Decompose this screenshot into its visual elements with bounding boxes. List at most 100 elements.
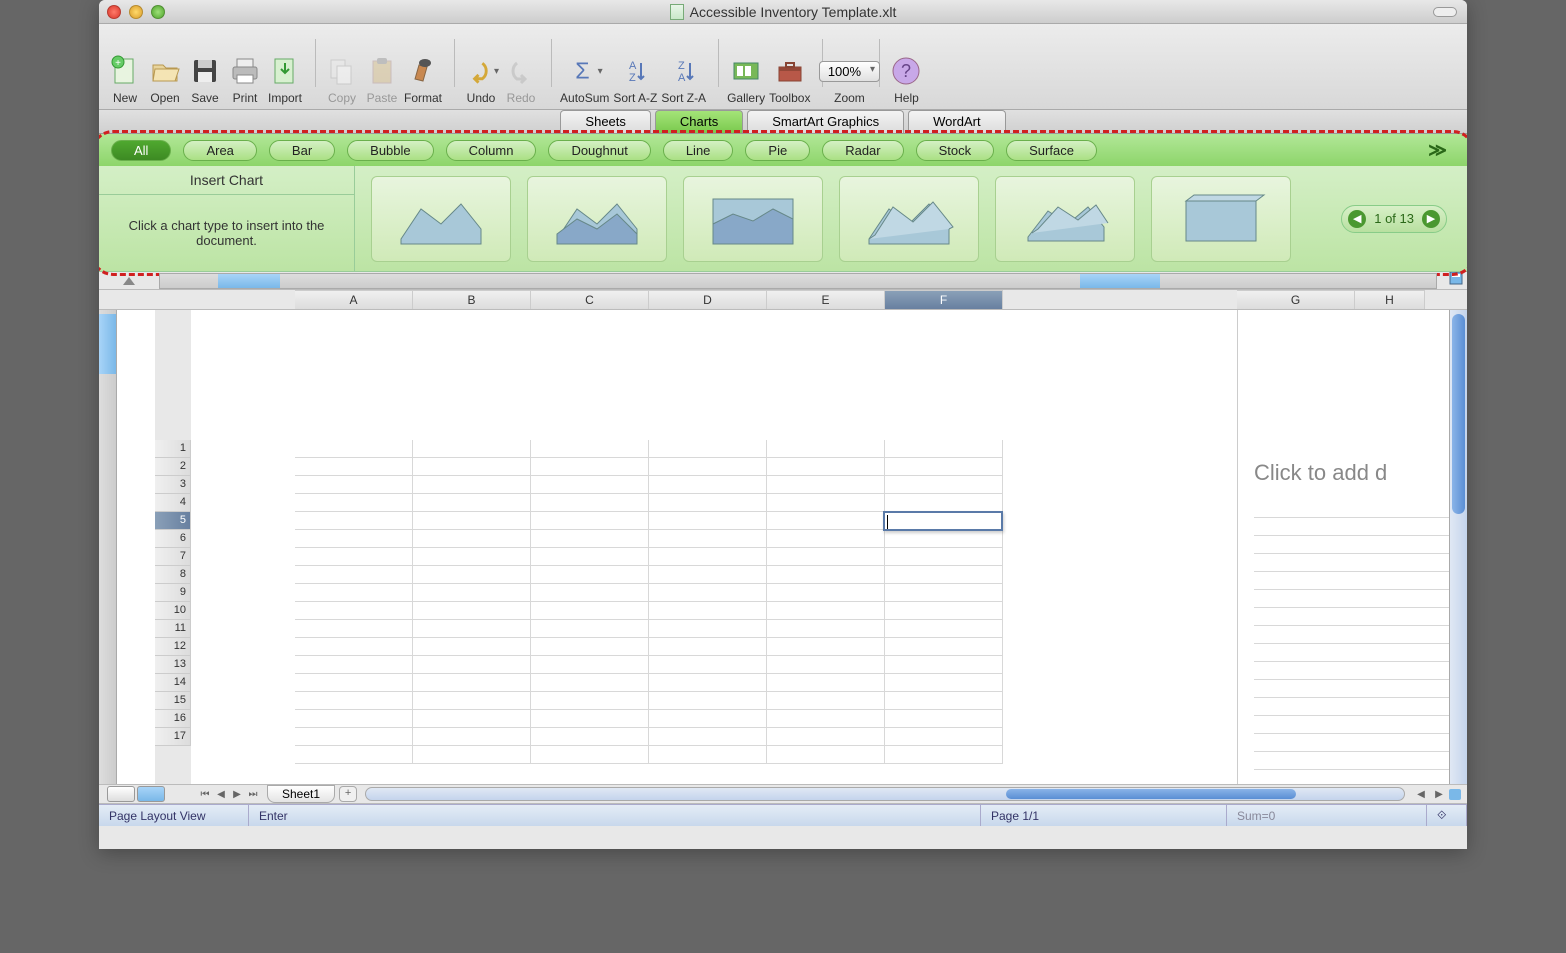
chart-types-more-icon[interactable]: ≫: [1420, 140, 1455, 161]
page-2-preview[interactable]: Click to add d: [1237, 310, 1449, 784]
chart-type-bubble[interactable]: Bubble: [347, 140, 433, 161]
row-header-5[interactable]: 5: [155, 512, 191, 530]
open-button[interactable]: Open: [147, 47, 183, 105]
page-layout-view-button[interactable]: [137, 786, 165, 802]
prev-sheet-icon[interactable]: ◀: [213, 789, 229, 800]
sort-az-button[interactable]: AZSort A-Z: [613, 47, 657, 105]
vertical-ruler[interactable]: [99, 310, 117, 784]
zoom-select[interactable]: 100%Zoom: [831, 39, 867, 105]
svg-text:Σ: Σ: [575, 58, 589, 84]
first-sheet-icon[interactable]: ⏮: [197, 789, 213, 800]
chart-type-surface[interactable]: Surface: [1006, 140, 1097, 161]
svg-text:A: A: [629, 60, 637, 72]
svg-text:Z: Z: [629, 72, 636, 84]
column-header-g[interactable]: G: [1237, 290, 1355, 309]
row-header-11[interactable]: 11: [155, 620, 191, 638]
horizontal-scrollbar[interactable]: [365, 787, 1405, 801]
pager-prev-icon[interactable]: ◀: [1348, 210, 1366, 228]
scroll-right-icon[interactable]: ▶: [1431, 789, 1447, 800]
row-header-8[interactable]: 8: [155, 566, 191, 584]
row-header-6[interactable]: 6: [155, 530, 191, 548]
chart-type-line[interactable]: Line: [663, 140, 734, 161]
chart-thumb-area-3d-stacked[interactable]: [995, 176, 1135, 262]
chart-thumb-area-3d-100[interactable]: [1151, 176, 1291, 262]
status-view: Page Layout View: [99, 805, 249, 826]
chart-type-radar[interactable]: Radar: [822, 140, 903, 161]
chart-type-pie[interactable]: Pie: [745, 140, 810, 161]
print-button[interactable]: Print: [227, 47, 263, 105]
help-button[interactable]: ?Help: [888, 47, 924, 105]
column-header-c[interactable]: C: [531, 290, 649, 309]
row-header-14[interactable]: 14: [155, 674, 191, 692]
row-header-16[interactable]: 16: [155, 710, 191, 728]
chart-type-bar-btn[interactable]: Bar: [269, 140, 335, 161]
spreadsheet-canvas[interactable]: Click to add d: [191, 310, 1449, 784]
row-header-15[interactable]: 15: [155, 692, 191, 710]
titlebar: Accessible Inventory Template.xlt: [99, 0, 1467, 24]
normal-view-button[interactable]: [107, 786, 135, 802]
row-header-1[interactable]: 1: [155, 440, 191, 458]
autosum-button[interactable]: Σ▾AutoSum: [560, 47, 609, 105]
sheet-tab-1[interactable]: Sheet1: [267, 785, 335, 803]
chart-type-stock[interactable]: Stock: [916, 140, 995, 161]
row-header-10[interactable]: 10: [155, 602, 191, 620]
redo-button[interactable]: Redo: [503, 47, 539, 105]
column-header-e[interactable]: E: [767, 290, 885, 309]
pager-next-icon[interactable]: ▶: [1422, 210, 1440, 228]
chart-type-doughnut[interactable]: Doughnut: [548, 140, 650, 161]
row-header-13[interactable]: 13: [155, 656, 191, 674]
status-mode: Enter: [249, 805, 981, 826]
insert-chart-title: Insert Chart: [99, 166, 354, 195]
chart-thumb-area-2d[interactable]: [371, 176, 511, 262]
new-button[interactable]: +New: [107, 47, 143, 105]
undo-button[interactable]: ▾Undo: [463, 47, 499, 105]
row-header-9[interactable]: 9: [155, 584, 191, 602]
import-button[interactable]: Import: [267, 47, 303, 105]
column-header-a[interactable]: A: [295, 290, 413, 309]
split-handle-icon[interactable]: [1449, 789, 1461, 800]
horizontal-ruler[interactable]: [159, 273, 1437, 289]
chart-type-area[interactable]: Area: [183, 140, 256, 161]
chart-thumb-area-3d[interactable]: [839, 176, 979, 262]
row-header-7[interactable]: 7: [155, 548, 191, 566]
row-header-17[interactable]: 17: [155, 728, 191, 746]
tab-sheets[interactable]: Sheets: [560, 110, 650, 133]
tab-smartart[interactable]: SmartArt Graphics: [747, 110, 904, 133]
chart-type-all[interactable]: All: [111, 140, 171, 161]
column-header-f[interactable]: F: [885, 290, 1003, 309]
tab-wordart[interactable]: WordArt: [908, 110, 1005, 133]
chart-type-column[interactable]: Column: [446, 140, 537, 161]
vertical-scroll-thumb[interactable]: [1452, 314, 1465, 514]
add-sheet-button[interactable]: +: [339, 786, 357, 802]
column-header-b[interactable]: B: [413, 290, 531, 309]
column-header-h[interactable]: H: [1355, 290, 1425, 309]
copy-button[interactable]: Copy: [324, 47, 360, 105]
paste-button[interactable]: Paste: [364, 47, 400, 105]
last-sheet-icon[interactable]: ⏭: [245, 789, 261, 800]
svg-text:+: +: [115, 58, 121, 69]
row-header-3[interactable]: 3: [155, 476, 191, 494]
chart-thumb-area-stacked[interactable]: [527, 176, 667, 262]
status-resize-icon[interactable]: ⟐: [1427, 805, 1467, 826]
insert-chart-panel: Insert Chart Click a chart type to inser…: [99, 166, 355, 271]
next-sheet-icon[interactable]: ▶: [229, 789, 245, 800]
toolbar-pill-button[interactable]: [1433, 7, 1457, 17]
format-button[interactable]: Format: [404, 47, 442, 105]
row-header-2[interactable]: 2: [155, 458, 191, 476]
sort-za-button[interactable]: ZASort Z-A: [661, 47, 706, 105]
scroll-left-icon[interactable]: ◀: [1413, 789, 1429, 800]
column-header-d[interactable]: D: [649, 290, 767, 309]
chart-thumb-area-100[interactable]: [683, 176, 823, 262]
tab-charts[interactable]: Charts: [655, 110, 743, 133]
row-header-4[interactable]: 4: [155, 494, 191, 512]
ruler-toggle[interactable]: [99, 275, 159, 287]
vertical-scrollbar[interactable]: [1449, 310, 1467, 784]
toolbox-button[interactable]: Toolbox: [769, 47, 810, 105]
save-button[interactable]: Save: [187, 47, 223, 105]
active-cell[interactable]: [883, 511, 1003, 531]
row-header-12[interactable]: 12: [155, 638, 191, 656]
column-headers: A B C D E F G H: [99, 290, 1467, 310]
horizontal-scroll-thumb[interactable]: [1006, 789, 1296, 799]
collapse-ribbon-icon[interactable]: [1449, 271, 1467, 290]
gallery-button[interactable]: Gallery: [727, 47, 765, 105]
